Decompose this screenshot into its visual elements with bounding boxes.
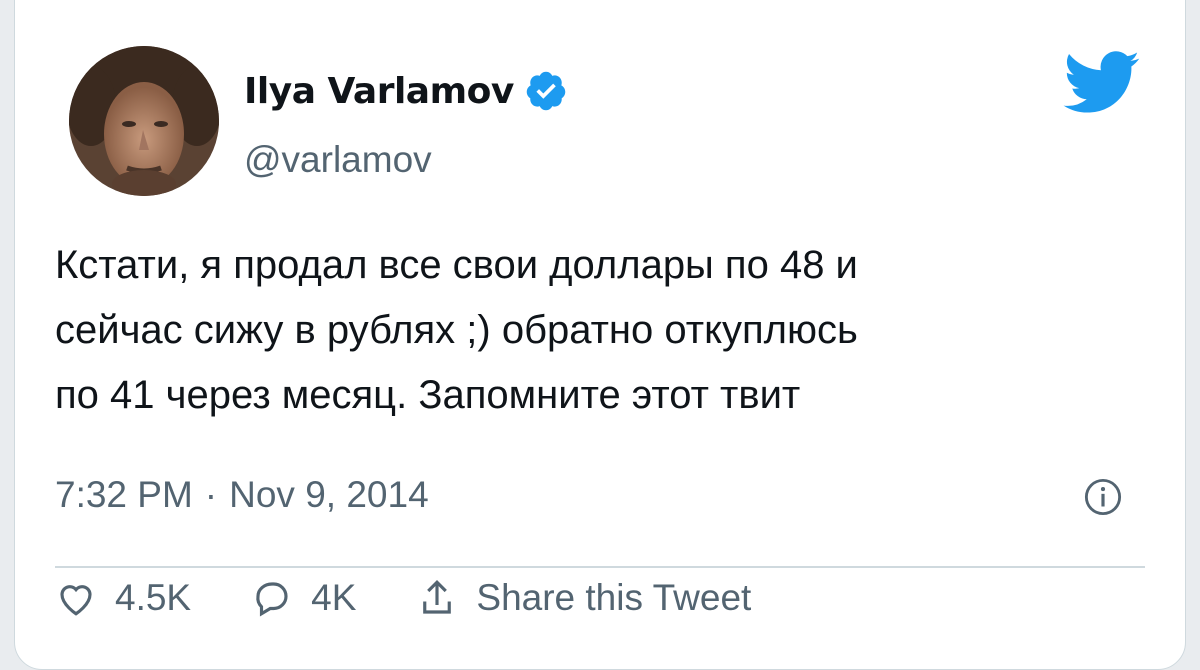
author-name-row[interactable]: Ilya Varlamov [244, 69, 568, 113]
author-handle[interactable]: @varlamov [244, 139, 432, 181]
tweet-time: 7:32 PM [55, 474, 193, 515]
avatar-photo [69, 46, 219, 196]
tweet-text-line: сейчас сижу в рублях ;) обратно откуплюс… [55, 308, 858, 352]
tweet-date: Nov 9, 2014 [229, 474, 429, 515]
share-icon [423, 580, 452, 614]
tweet-card: Ilya Varlamov @varlamov Кстати, я продал… [14, 0, 1186, 670]
verified-badge-icon [526, 71, 566, 111]
like-button[interactable]: 4.5K [55, 577, 191, 619]
heart-icon [60, 585, 92, 616]
timestamp-separator: · [204, 474, 218, 515]
author-name[interactable]: Ilya Varlamov [244, 71, 514, 112]
reply-count: 4K [311, 577, 357, 618]
share-label: Share this Tweet [476, 577, 752, 618]
share-button[interactable]: Share this Tweet [416, 577, 751, 619]
tweet-timestamp[interactable]: 7:32 PM · Nov 9, 2014 [55, 474, 429, 516]
divider [55, 566, 1145, 568]
tweet-text: Кстати, я продал все свои доллары по 48 … [55, 233, 1165, 428]
like-count: 4.5K [115, 577, 192, 618]
reply-button[interactable]: 4K [251, 577, 356, 619]
twitter-bird-icon[interactable] [1063, 51, 1141, 115]
tweet-text-line: по 41 через месяц. Запомните этот твит [55, 373, 801, 417]
reply-icon [256, 582, 288, 617]
info-icon[interactable] [1084, 478, 1122, 516]
avatar[interactable] [69, 46, 219, 196]
tweet-text-line: Кстати, я продал все свои доллары по 48 … [55, 243, 858, 287]
action-bar: 4.5K 4K Share this Tweet [55, 577, 1165, 637]
